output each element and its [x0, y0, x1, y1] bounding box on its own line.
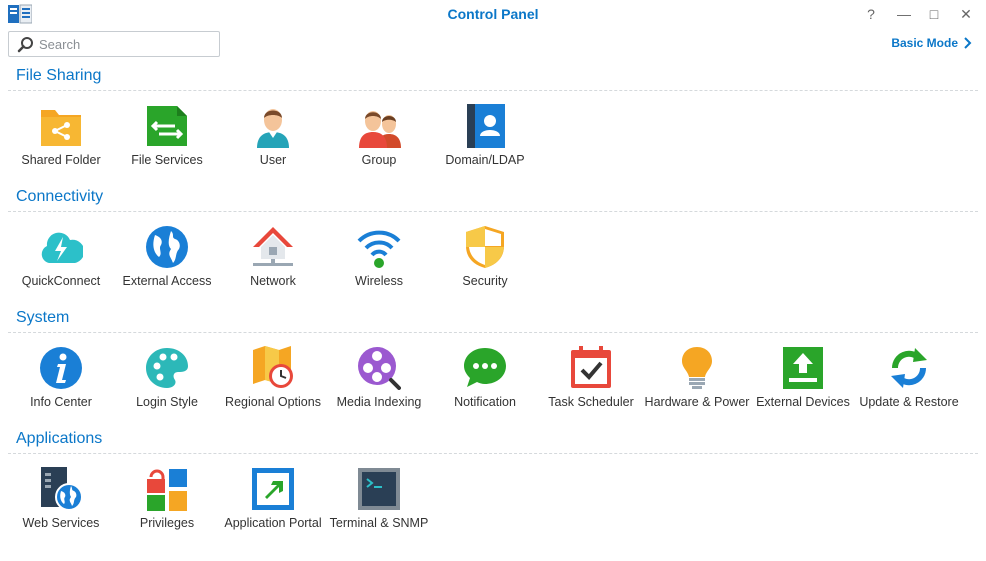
- domain-ldap-icon: [463, 104, 507, 148]
- file-services-icon: [145, 104, 189, 148]
- tile-external-access[interactable]: External Access: [114, 225, 220, 315]
- tile-security[interactable]: Security: [432, 225, 538, 315]
- shared-folder-icon: [39, 104, 83, 148]
- tile-label: Privileges: [139, 516, 195, 530]
- divider: [8, 211, 978, 212]
- login-style-icon: [145, 346, 189, 390]
- tile-label: Hardware & Power: [644, 395, 750, 409]
- tile-label: Info Center: [30, 395, 92, 409]
- tile-regional-options[interactable]: Regional Options: [220, 346, 326, 436]
- window-title: Control Panel: [447, 6, 539, 22]
- tile-label: Security: [462, 274, 508, 288]
- tile-hardware-power[interactable]: Hardware & Power: [644, 346, 750, 436]
- terminal-snmp-icon: [357, 467, 401, 511]
- tile-shared-folder[interactable]: Shared Folder: [8, 104, 114, 194]
- notification-icon: [463, 346, 507, 390]
- chevron-right-icon: [964, 37, 972, 49]
- application-portal-icon: [251, 467, 295, 511]
- security-icon: [463, 225, 507, 269]
- section-title-file-sharing: File Sharing: [16, 67, 102, 84]
- tile-web-services[interactable]: Web Services: [8, 467, 114, 557]
- hardware-power-icon: [675, 346, 719, 390]
- section-title-applications: Applications: [16, 430, 103, 447]
- tile-network[interactable]: Network: [220, 225, 326, 315]
- quickconnect-icon: [39, 225, 85, 269]
- tile-privileges[interactable]: Privileges: [114, 467, 220, 557]
- tile-wireless[interactable]: Wireless: [326, 225, 432, 315]
- tile-user[interactable]: User: [220, 104, 326, 194]
- network-icon: [251, 225, 295, 269]
- media-indexing-icon: [357, 346, 401, 390]
- tile-external-devices[interactable]: External Devices: [750, 346, 856, 436]
- web-services-icon: [39, 467, 83, 511]
- tile-file-services[interactable]: File Services: [114, 104, 220, 194]
- tile-domain-ldap[interactable]: Domain/LDAP: [432, 104, 538, 194]
- wireless-icon: [357, 225, 401, 269]
- tile-label: Wireless: [355, 274, 403, 288]
- update-restore-icon: [887, 346, 931, 390]
- divider: [8, 332, 978, 333]
- tile-group[interactable]: Group: [326, 104, 432, 194]
- tile-label: Network: [250, 274, 296, 288]
- basic-mode-label: Basic Mode: [891, 36, 958, 50]
- external-access-icon: [145, 225, 189, 269]
- info-center-icon: [39, 346, 83, 390]
- tile-quickconnect[interactable]: QuickConnect: [8, 225, 114, 315]
- tile-label: Update & Restore: [859, 395, 959, 409]
- search-icon: [17, 36, 35, 54]
- tile-notification[interactable]: Notification: [432, 346, 538, 436]
- minimize-button[interactable]: —: [894, 4, 914, 24]
- tile-media-indexing[interactable]: Media Indexing: [326, 346, 432, 436]
- tile-login-style[interactable]: Login Style: [114, 346, 220, 436]
- search-box[interactable]: [8, 31, 220, 57]
- tile-label: Web Services: [22, 516, 100, 530]
- section-title-system: System: [16, 309, 70, 326]
- tile-update-restore[interactable]: Update & Restore: [856, 346, 962, 436]
- tile-application-portal[interactable]: Application Portal: [220, 467, 326, 557]
- tile-label: QuickConnect: [21, 274, 101, 288]
- close-button[interactable]: ✕: [956, 4, 976, 24]
- tile-label: External Devices: [756, 395, 850, 409]
- tile-label: Shared Folder: [21, 153, 101, 167]
- tile-label: External Access: [122, 274, 212, 288]
- search-input[interactable]: [39, 35, 214, 53]
- title-bar: Control Panel ? — □ ✕: [0, 0, 986, 28]
- tile-label: Login Style: [136, 395, 198, 409]
- tile-label: Regional Options: [225, 395, 321, 409]
- tile-label: User: [259, 153, 287, 167]
- tile-label: Domain/LDAP: [445, 153, 525, 167]
- tile-label: Media Indexing: [336, 395, 422, 409]
- tile-label: Group: [361, 153, 397, 167]
- maximize-button[interactable]: □: [924, 4, 944, 24]
- tile-label: File Services: [131, 153, 203, 167]
- divider: [8, 90, 978, 91]
- tile-terminal-snmp[interactable]: Terminal & SNMP: [326, 467, 432, 557]
- group-icon: [357, 104, 401, 148]
- tile-label: Task Scheduler: [548, 395, 634, 409]
- external-devices-icon: [781, 346, 825, 390]
- tile-task-scheduler[interactable]: Task Scheduler: [538, 346, 644, 436]
- task-scheduler-icon: [569, 346, 613, 390]
- basic-mode-link[interactable]: Basic Mode: [891, 36, 972, 50]
- user-icon: [251, 104, 295, 148]
- tile-label: Notification: [454, 395, 516, 409]
- divider: [8, 453, 978, 454]
- help-button[interactable]: ?: [861, 4, 881, 24]
- privileges-icon: [145, 467, 189, 511]
- tile-info-center[interactable]: Info Center: [8, 346, 114, 436]
- section-title-connectivity: Connectivity: [16, 188, 104, 205]
- tile-label: Terminal & SNMP: [329, 516, 429, 530]
- regional-options-icon: [251, 346, 295, 390]
- tile-label: Application Portal: [224, 516, 322, 530]
